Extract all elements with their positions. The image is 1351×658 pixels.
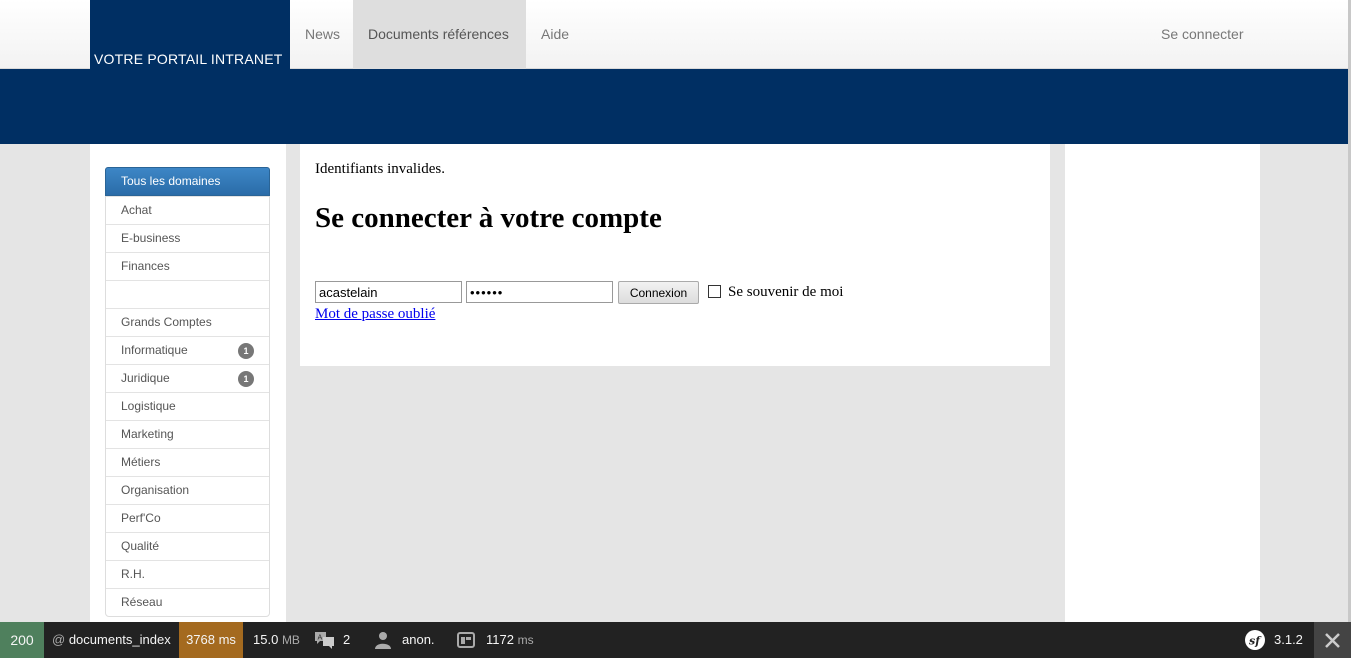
username-input[interactable] xyxy=(315,281,462,303)
domain-item-label: Qualité xyxy=(121,539,160,553)
translation-icon[interactable]: A xyxy=(314,631,336,652)
domain-item-reseau[interactable]: Réseau xyxy=(106,588,269,616)
nav-item-documents-references[interactable]: Documents références xyxy=(353,0,526,69)
domain-list: Tous les domaines Achat E-business Finan… xyxy=(105,167,270,617)
error-message: Identifiants invalides. xyxy=(315,161,445,177)
domain-item-label: Réseau xyxy=(121,595,163,609)
timeline-icon[interactable] xyxy=(457,632,475,651)
domain-item-rh[interactable]: R.H. xyxy=(106,560,269,588)
domain-item-grands-comptes[interactable]: Grands Comptes xyxy=(106,308,269,336)
top-navbar: VOTRE PORTAIL INTRANET News Documents ré… xyxy=(0,0,1351,69)
symfony-version[interactable]: 3.1.2 xyxy=(1274,622,1303,658)
brand-logo[interactable]: VOTRE PORTAIL INTRANET xyxy=(90,0,290,69)
domain-item-label: Organisation xyxy=(121,483,190,497)
domain-item-label: Finances xyxy=(121,259,170,273)
right-sidebar xyxy=(1065,144,1260,622)
translation-count[interactable]: 2 xyxy=(343,622,350,658)
remember-me-label[interactable]: Se souvenir de moi xyxy=(728,284,843,301)
domain-item-empty[interactable] xyxy=(106,280,269,308)
nav-login-link[interactable]: Se connecter xyxy=(1146,0,1259,69)
domain-item-organisation[interactable]: Organisation xyxy=(106,476,269,504)
connexion-button[interactable]: Connexion xyxy=(618,281,699,304)
domain-item-label: E-business xyxy=(121,231,181,245)
domain-item-perfco[interactable]: Perf'Co xyxy=(106,504,269,532)
status-code[interactable]: 200 xyxy=(0,622,44,658)
domain-item-finances[interactable]: Finances xyxy=(106,252,269,280)
domain-item-achat[interactable]: Achat xyxy=(106,196,269,224)
memory-unit: MB xyxy=(281,633,300,647)
header-banner xyxy=(0,69,1348,144)
close-icon xyxy=(1325,633,1340,648)
nav-item-news[interactable]: News xyxy=(290,0,353,69)
memory-value: 15.0 xyxy=(253,632,279,647)
count-badge: 1 xyxy=(238,371,254,387)
domain-item-label: Achat xyxy=(121,203,152,217)
domain-item-label: Grands Comptes xyxy=(121,315,212,329)
domain-item-marketing[interactable]: Marketing xyxy=(106,420,269,448)
request-time[interactable]: 3768 ms xyxy=(179,622,243,658)
domain-item-label: R.H. xyxy=(121,567,145,581)
domain-item-label: Logistique xyxy=(121,399,176,413)
domain-item-juridique[interactable]: Juridique 1 xyxy=(106,364,269,392)
domain-item-label: Informatique xyxy=(121,343,188,357)
memory-usage[interactable]: 15.0 MB xyxy=(253,622,300,658)
timer-unit: ms xyxy=(517,633,534,647)
domain-item-informatique[interactable]: Informatique 1 xyxy=(106,336,269,364)
user-name[interactable]: anon. xyxy=(402,622,435,658)
password-input[interactable] xyxy=(466,281,613,303)
debug-toolbar: 200 @ documents_index 3768 ms 15.0 MB A … xyxy=(0,622,1351,658)
count-badge: 1 xyxy=(238,343,254,359)
route-label: documents_index xyxy=(68,632,171,647)
route-name[interactable]: @ documents_index xyxy=(44,622,179,658)
left-sidebar: Tous les domaines Achat E-business Finan… xyxy=(90,144,286,622)
close-toolbar-button[interactable] xyxy=(1314,622,1351,658)
forgot-password-link[interactable]: Mot de passe oublié xyxy=(315,306,435,323)
nav-item-aide[interactable]: Aide xyxy=(526,0,584,69)
domain-item-logistique[interactable]: Logistique xyxy=(106,392,269,420)
domain-item-label: Tous les domaines xyxy=(121,174,221,188)
domain-item-label: Marketing xyxy=(121,427,174,441)
domain-item-label: Juridique xyxy=(121,371,170,385)
domain-item-label: Perf'Co xyxy=(121,511,161,525)
svg-text:A: A xyxy=(318,634,323,642)
route-prefix: @ xyxy=(52,632,66,647)
domain-item-label: Métiers xyxy=(121,455,161,469)
remember-me-checkbox[interactable] xyxy=(708,285,721,298)
domain-item-metiers[interactable]: Métiers xyxy=(106,448,269,476)
page-title: Se connecter à votre compte xyxy=(315,202,662,234)
symfony-logo-icon[interactable]: sf xyxy=(1245,630,1265,653)
domain-item-e-business[interactable]: E-business xyxy=(106,224,269,252)
domain-item-qualite[interactable]: Qualité xyxy=(106,532,269,560)
main-content: Identifiants invalides. Se connecter à v… xyxy=(300,144,1050,366)
timer-value[interactable]: 1172 ms xyxy=(486,622,534,658)
domain-item-tous-les-domaines[interactable]: Tous les domaines xyxy=(105,167,270,196)
user-icon[interactable] xyxy=(374,631,392,652)
timer-number: 1172 xyxy=(486,632,514,647)
